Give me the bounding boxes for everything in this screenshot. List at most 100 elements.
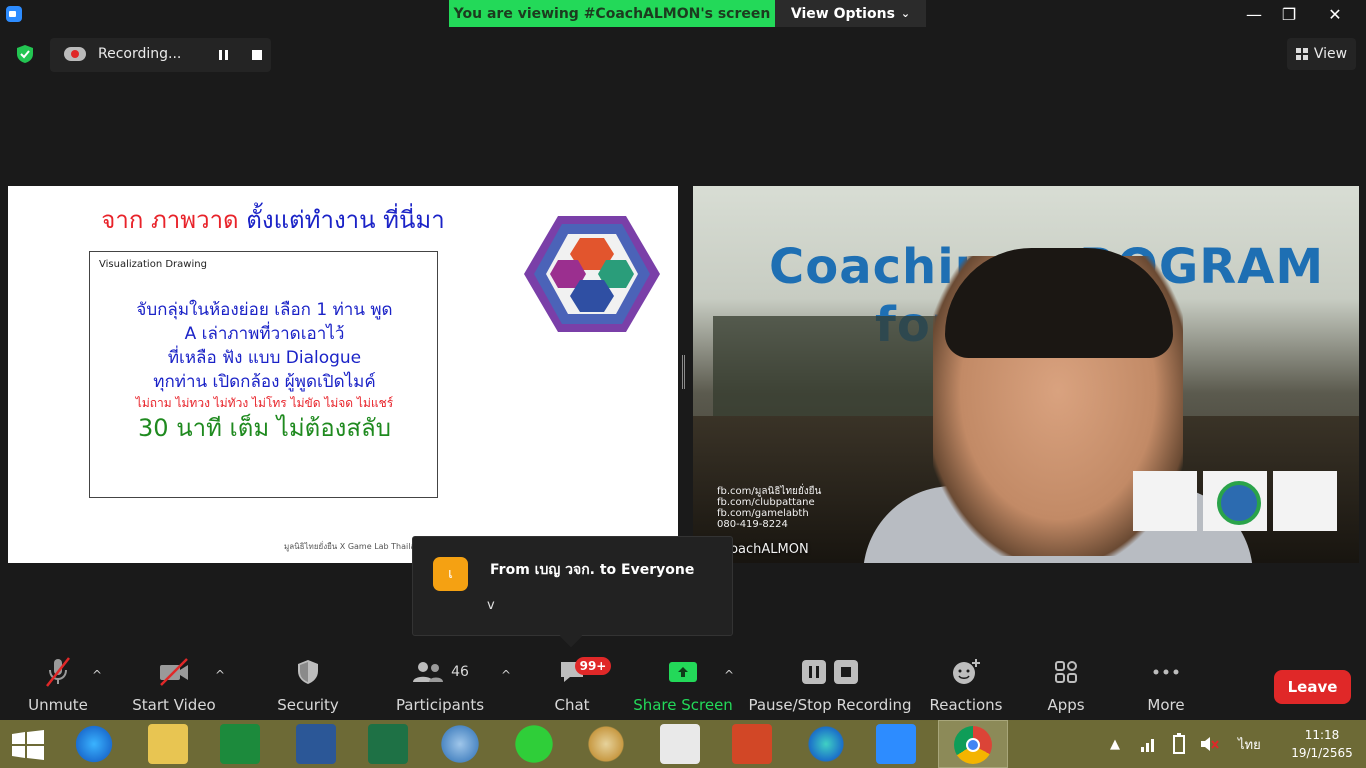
participants-label: Participants	[395, 696, 485, 714]
view-label: View	[1313, 46, 1348, 62]
speaker-muted-icon[interactable]	[1200, 720, 1220, 768]
chat-message-text: v	[487, 598, 495, 613]
sponsor-logo	[1203, 471, 1267, 531]
line-app-icon[interactable]	[514, 724, 554, 764]
store-icon[interactable]	[220, 724, 260, 764]
pause-icon	[802, 660, 826, 684]
pause-stop-recording-label: Pause/Stop Recording	[748, 696, 912, 714]
pause-icon	[218, 50, 222, 60]
calculator-app-icon[interactable]	[440, 724, 480, 764]
system-clock[interactable]: 11:18 19/1/2565	[1282, 726, 1362, 762]
start-video-button[interactable]: Start Video	[132, 652, 216, 720]
more-dots-icon	[1153, 669, 1179, 675]
clock-date: 19/1/2565	[1291, 746, 1353, 760]
visualization-box: Visualization Drawing จับกลุ่มในห้องย่อย…	[89, 251, 438, 498]
viewing-screen-banner: You are viewing #CoachALMON's screen	[449, 0, 775, 27]
slide-title-blue: ตั้งแต่ทำงาน ที่นี่มา	[246, 206, 445, 234]
grid-view-icon	[1295, 48, 1308, 60]
slide-title-red: จาก ภาพวาด	[101, 206, 239, 234]
chevron-down-icon: ⌄	[900, 7, 911, 20]
zoom-taskbar-icon[interactable]	[876, 724, 916, 764]
instruction-line: ทุกท่าน เปิดกล้อง ผู้พูดเปิดไมค์	[153, 372, 376, 392]
clock-time: 11:18	[1304, 728, 1340, 742]
chat-sender-line: From เบญ วจก. to Everyone	[490, 562, 695, 578]
participants-button[interactable]: 46 Participants	[395, 652, 485, 720]
participants-icon	[413, 662, 444, 682]
windows-start-icon[interactable]	[12, 730, 44, 760]
window-titlebar: You are viewing #CoachALMON's screen Vie…	[0, 0, 1366, 28]
windows-taskbar: ▲ ไทย 11:18 19/1/2565	[0, 720, 1366, 768]
stop-icon	[834, 660, 858, 684]
sender-avatar: เ	[433, 557, 468, 591]
word-icon[interactable]	[296, 724, 336, 764]
rules-line: ไม่ถาม ไม่ทวง ไม่ทัวง ไม่โทร ไม่ขัด ไม่จ…	[135, 396, 394, 410]
sponsor-logos	[1133, 471, 1343, 531]
participants-options-caret-icon[interactable]: ^	[501, 668, 511, 682]
stop-recording-button[interactable]	[244, 44, 270, 66]
zoom-app-icon	[6, 6, 22, 22]
visualization-label: Visualization Drawing	[99, 259, 207, 270]
start-video-label: Start Video	[132, 696, 216, 714]
security-button[interactable]: Security	[277, 652, 339, 720]
battery-icon[interactable]	[1170, 720, 1188, 768]
chrome-center-icon	[966, 738, 980, 752]
pause-recording-button[interactable]	[210, 44, 236, 66]
leave-meeting-button[interactable]: Leave	[1274, 670, 1351, 704]
view-layout-button[interactable]: View	[1287, 38, 1356, 70]
powerpoint-icon[interactable]	[732, 724, 772, 764]
apps-label: Apps	[1047, 696, 1085, 714]
share-options-caret-icon[interactable]: ^	[724, 668, 734, 682]
paint-icon[interactable]	[586, 724, 626, 764]
instruction-text: จับกลุ่มในห้องย่อย เลือก 1 ท่าน พูด A เล…	[90, 298, 439, 444]
unmute-button[interactable]: Unmute	[28, 652, 88, 720]
video-tile-coachalmon[interactable]: Coaching PROGRAM for Leader fb.com/มูลนิ…	[693, 186, 1359, 563]
duration-line: 30 นาที เต็ม ไม่ต้องสลับ	[138, 414, 391, 442]
apps-icon	[1055, 661, 1077, 683]
stop-icon	[252, 50, 262, 60]
excel-icon[interactable]	[368, 724, 408, 764]
apps-button[interactable]: Apps	[1040, 652, 1092, 720]
network-signal-icon[interactable]	[1140, 720, 1158, 768]
more-label: More	[1147, 696, 1185, 714]
split-divider-handle[interactable]	[682, 355, 686, 389]
sponsor-logo	[1273, 471, 1337, 531]
recording-label: Recording...	[98, 46, 182, 62]
recording-indicator: Recording...	[50, 38, 271, 72]
share-screen-button[interactable]: Share Screen	[633, 652, 733, 720]
edge-browser-icon[interactable]	[806, 724, 846, 764]
reactions-label: Reactions	[929, 696, 1003, 714]
restore-icon: ❐	[1281, 4, 1297, 24]
close-window-button[interactable]: ✕	[1312, 0, 1358, 28]
reactions-emoji-icon	[953, 659, 980, 684]
audio-options-caret-icon[interactable]: ^	[92, 668, 102, 682]
share-screen-arrow-icon	[669, 662, 697, 682]
unmute-label: Unmute	[28, 696, 88, 714]
participant-name-tag: CoachALMON	[721, 542, 809, 557]
shared-screen[interactable]: จาก ภาพวาด ตั้งแต่ทำงาน ที่นี่มา Visuali…	[8, 186, 678, 563]
tray-up-arrow-icon[interactable]: ▲	[1110, 720, 1120, 768]
lisrel-icon[interactable]	[660, 724, 700, 764]
participants-count: 46	[451, 664, 469, 680]
security-shield-icon	[298, 660, 318, 684]
reactions-button[interactable]: Reactions	[930, 652, 1002, 720]
view-options-button[interactable]: View Options ⌄	[775, 0, 926, 27]
contact-info: fb.com/มูลนิธิไทยยั่งยืน fb.com/clubpatt…	[717, 486, 821, 530]
chat-notification-popup[interactable]: เ From เบญ วจก. to Everyone v	[412, 536, 733, 636]
chat-label: Chat	[554, 696, 590, 714]
more-button[interactable]: More	[1140, 652, 1192, 720]
close-icon: ✕	[1328, 4, 1342, 24]
contact-line: fb.com/clubpattane	[717, 497, 815, 508]
restore-button[interactable]: ❐	[1266, 0, 1312, 28]
chrome-taskbar-active[interactable]	[938, 720, 1008, 768]
encryption-shield-icon[interactable]	[15, 44, 35, 64]
input-language-indicator[interactable]: ไทย	[1238, 720, 1261, 768]
pause-icon	[224, 50, 228, 60]
minimize-icon: —	[1246, 4, 1262, 24]
file-explorer-icon[interactable]	[148, 724, 188, 764]
pause-stop-recording-button[interactable]: Pause/Stop Recording	[748, 652, 912, 720]
video-camera-off-icon	[160, 658, 188, 686]
internet-explorer-icon[interactable]	[76, 724, 116, 764]
hexagon-diagram-icon	[524, 216, 660, 332]
video-options-caret-icon[interactable]: ^	[215, 668, 225, 682]
security-label: Security	[277, 696, 339, 714]
